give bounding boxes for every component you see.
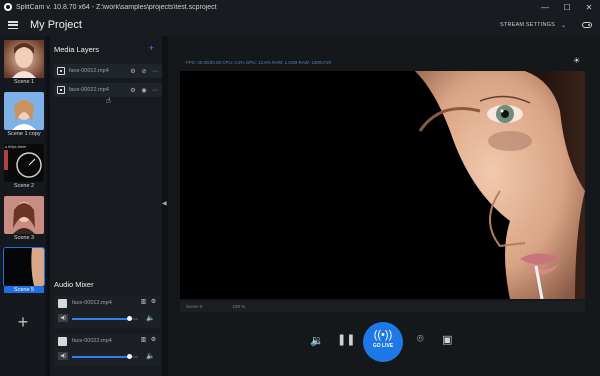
- scene-item-active[interactable]: Scene 5: [3, 247, 45, 293]
- minimize-button[interactable]: —: [534, 3, 556, 12]
- more-icon[interactable]: ⋯: [151, 87, 159, 94]
- chevron-down-icon[interactable]: ⌄: [561, 22, 566, 29]
- close-button[interactable]: ✕: [578, 3, 600, 12]
- scene-thumbnail: [3, 247, 45, 287]
- video-source-icon: [57, 67, 65, 75]
- volume-slider-knob[interactable]: [126, 316, 132, 321]
- preview-frame: [180, 71, 585, 299]
- audio-mixer-item: face-00022.mp4 ▥ ⚙ ◀) 🔈: [54, 334, 160, 366]
- layer-name: face-00012.mp4: [69, 68, 109, 74]
- scene-label: Scene 1 copy: [7, 131, 41, 137]
- zoom-level[interactable]: 100 %: [233, 304, 246, 309]
- audio-mixer-title: Audio Mixer: [54, 280, 94, 289]
- add-scene-button[interactable]: +: [10, 310, 36, 336]
- delete-icon[interactable]: ▥: [140, 337, 147, 344]
- media-layers-title: Media Layers: [54, 45, 100, 54]
- pause-icon[interactable]: ❚❚: [337, 333, 355, 346]
- window-titlebar: SplitCam v. 10.8.70 x64 - Z:\work\sample…: [0, 0, 600, 14]
- audio-mixer-item: face-00012.mp4 ▥ ⚙ ◀) 🔈: [54, 296, 160, 328]
- scene-thumbnail: [4, 92, 44, 130]
- mouse-cursor-icon: ☝: [106, 96, 111, 105]
- performance-stats: FPS: 30.00/30.00 CPU: 4.2% GPU: 12.6% RA…: [186, 60, 332, 65]
- delete-icon[interactable]: ▥: [140, 299, 147, 306]
- project-title: My Project: [30, 19, 82, 31]
- scene-item[interactable]: Scene 1 copy: [4, 92, 44, 137]
- maximize-button[interactable]: ☐: [556, 3, 578, 12]
- go-live-label: GO LIVE: [372, 343, 394, 349]
- mixer-source-name: face-00012.mp4: [72, 300, 112, 306]
- stream-settings-button[interactable]: STREAM SETTINGS: [500, 22, 555, 28]
- menu-icon[interactable]: [8, 21, 18, 29]
- app-header: My Project STREAM SETTINGS ⌄: [0, 14, 600, 36]
- media-layer-item[interactable]: face-00022.mp4 ⚙ ◉ ⋯: [54, 83, 162, 97]
- scene-thumbnail: [4, 196, 44, 234]
- layer-name: face-00022.mp4: [69, 87, 109, 93]
- layout-toggle-icon[interactable]: [582, 22, 592, 28]
- window-title: SplitCam v. 10.8.70 x64 - Z:\work\sample…: [16, 3, 217, 11]
- preview-scene-name: Scene 5: [186, 304, 203, 309]
- media-layer-item[interactable]: face-00012.mp4 ⚙ ⊘ ⋯: [54, 64, 162, 78]
- scene-label: Scene 1: [13, 79, 35, 85]
- layers-panel: Media Layers + face-00012.mp4 ⚙ ⊘ ⋯ face…: [50, 36, 162, 376]
- collapse-panel-icon[interactable]: ◀: [162, 200, 167, 207]
- volume-slider-fill: [72, 318, 130, 320]
- visibility-off-icon[interactable]: ⊘: [140, 68, 148, 75]
- video-source-icon: [57, 86, 65, 94]
- scene-item[interactable]: ● 60fps Meter Scene 2: [4, 144, 44, 189]
- scene-item[interactable]: Scene 3: [4, 196, 44, 241]
- volume-slider-knob[interactable]: [126, 354, 132, 359]
- volume-slider[interactable]: [72, 354, 138, 359]
- go-live-button[interactable]: ((•)) GO LIVE: [363, 322, 403, 362]
- volume-slider-fill: [72, 356, 130, 358]
- scene-label: Scene 2: [13, 183, 35, 189]
- preview-status-bar: Scene 5 100 %: [180, 301, 585, 312]
- scene-thumbnail: ● 60fps Meter: [4, 144, 44, 182]
- volume-icon[interactable]: 🔈: [146, 314, 155, 322]
- scene-thumbnail: [4, 40, 44, 78]
- mixer-source-name: face-00022.mp4: [72, 338, 112, 344]
- settings-icon[interactable]: ⚙: [129, 87, 137, 94]
- settings-icon[interactable]: ⚙: [150, 337, 157, 344]
- camera-icon[interactable]: ⌾: [417, 333, 424, 346]
- volume-icon[interactable]: 🔉: [310, 334, 324, 347]
- mute-toggle[interactable]: ◀): [58, 314, 68, 322]
- scene-overlay-text: ● 60fps Meter: [5, 145, 27, 149]
- brightness-icon[interactable]: ☀: [573, 56, 580, 65]
- more-icon[interactable]: ⋯: [151, 68, 159, 75]
- visibility-icon[interactable]: ◉: [140, 87, 148, 94]
- video-preview[interactable]: [180, 71, 585, 299]
- mute-toggle[interactable]: ◀): [58, 352, 68, 360]
- settings-icon[interactable]: ⚙: [129, 68, 137, 75]
- scene-label: Scene 5: [4, 287, 44, 293]
- volume-icon[interactable]: 🔈: [146, 352, 155, 360]
- settings-icon[interactable]: ⚙: [150, 299, 157, 306]
- record-video-icon[interactable]: ▣: [442, 333, 452, 346]
- scene-label: Scene 3: [13, 235, 35, 241]
- app-logo-icon: [4, 3, 12, 11]
- audio-source-icon: [58, 337, 67, 346]
- add-layer-button[interactable]: +: [149, 43, 154, 53]
- volume-slider[interactable]: [72, 316, 138, 321]
- scene-item[interactable]: Scene 1: [4, 40, 44, 85]
- audio-source-icon: [58, 299, 67, 308]
- broadcast-icon: ((•)): [373, 329, 393, 341]
- scenes-column: Scene 1 Scene 1 copy ● 60fps Meter Scene…: [0, 36, 46, 376]
